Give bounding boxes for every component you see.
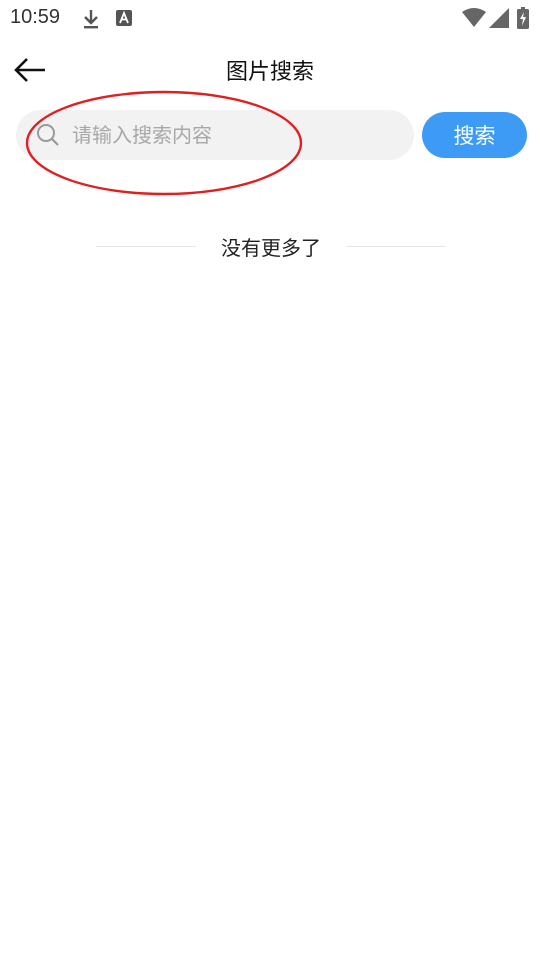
page-title: 图片搜索: [225, 60, 314, 85]
status-time: 10:59: [10, 6, 61, 28]
screen: 10:59 图片搜索 请输入搜索内容 搜索 没有更多了: [0, 0, 540, 960]
divider-line-left: [96, 246, 196, 247]
battery-icon: [517, 7, 529, 29]
wifi-icon: [462, 8, 486, 28]
search-icon: [36, 123, 60, 147]
search-box[interactable]: [16, 110, 414, 160]
signal-icon: [489, 8, 509, 28]
download-icon: [82, 8, 100, 30]
end-of-list-text: 没有更多了: [221, 236, 321, 260]
search-input[interactable]: [72, 110, 402, 160]
text-a-icon: [116, 10, 132, 26]
status-bar: 10:59: [0, 0, 540, 36]
divider-line-right: [346, 246, 446, 247]
end-of-list-divider: 没有更多了: [96, 232, 446, 260]
header: 图片搜索: [0, 40, 540, 100]
search-button[interactable]: 搜索: [422, 112, 527, 158]
